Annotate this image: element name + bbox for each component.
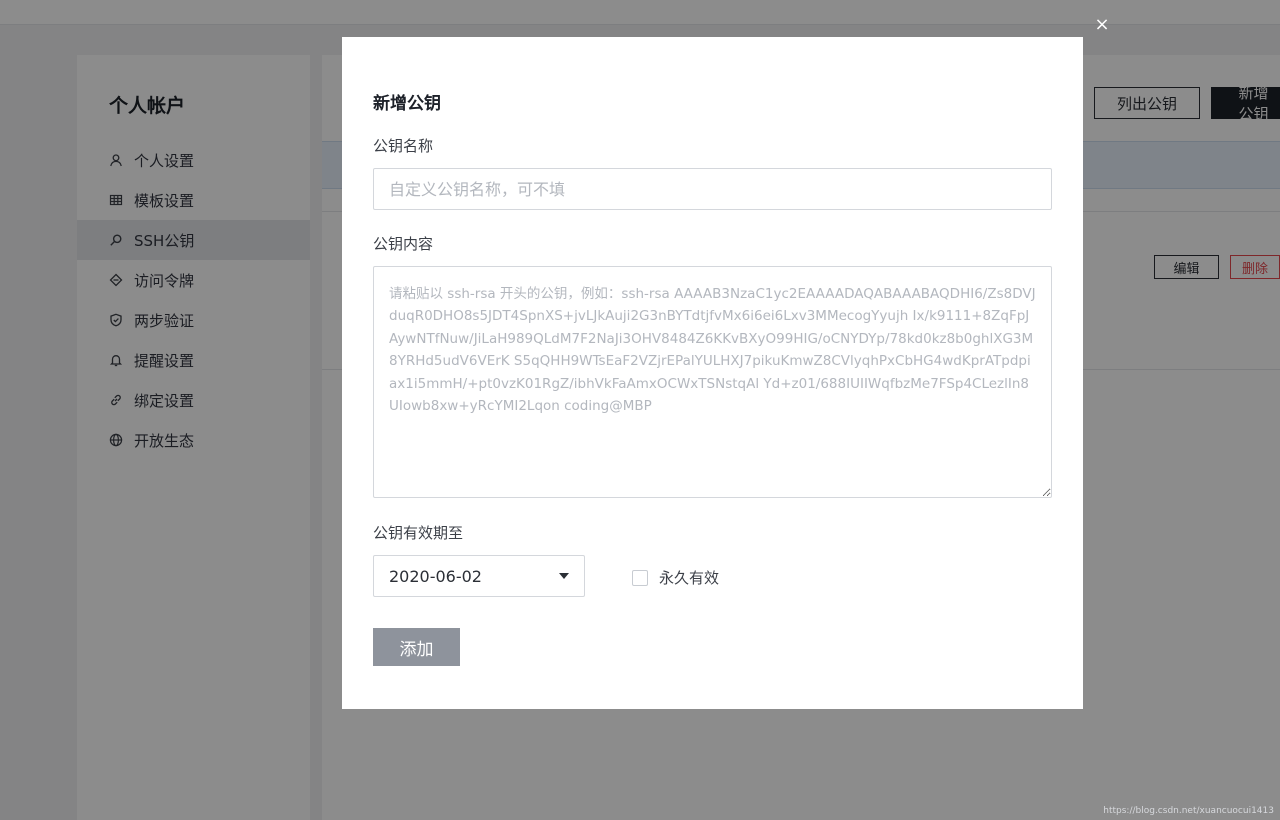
caret-down-icon <box>559 573 569 579</box>
add-key-dialog: 新增公钥 公钥名称 公钥内容 公钥有效期至 2020-06-02 永久有效 添加 <box>342 37 1083 709</box>
close-icon[interactable]: × <box>1092 14 1112 35</box>
key-content-label: 公钥内容 <box>373 235 434 253</box>
permanent-checkbox-row[interactable]: 永久有效 <box>632 567 719 588</box>
dialog-title: 新增公钥 <box>373 94 441 114</box>
permanent-label: 永久有效 <box>659 569 720 587</box>
key-content-textarea[interactable] <box>373 266 1052 498</box>
permanent-checkbox[interactable] <box>632 569 648 586</box>
expiry-date-value: 2020-06-02 <box>389 566 482 586</box>
submit-add-button[interactable]: 添加 <box>373 628 460 666</box>
watermark: https://blog.csdn.net/xuancuocui1413 <box>1103 806 1274 816</box>
key-name-input[interactable] <box>373 168 1052 210</box>
expiry-label: 公钥有效期至 <box>373 524 464 542</box>
expiry-date-select[interactable]: 2020-06-02 <box>373 555 585 597</box>
key-name-label: 公钥名称 <box>373 137 434 155</box>
